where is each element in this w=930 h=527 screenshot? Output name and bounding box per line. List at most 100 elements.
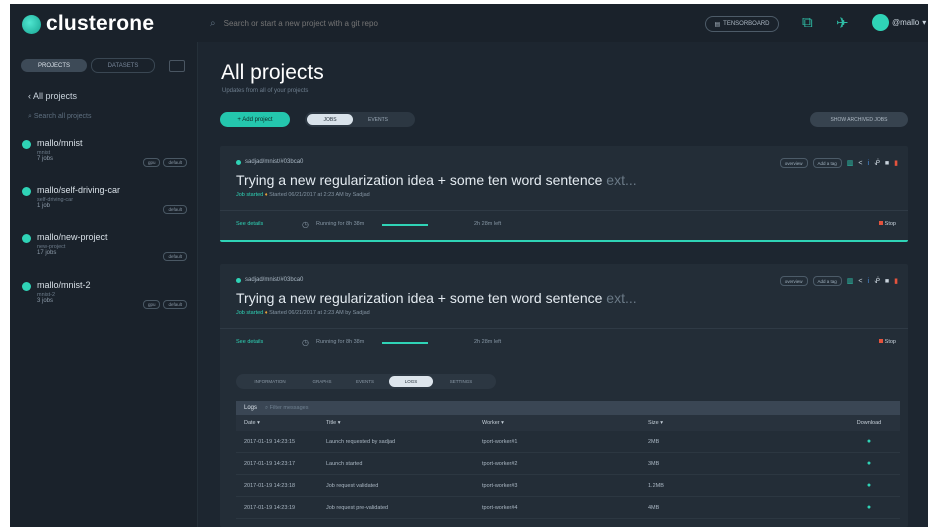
job-title[interactable]: Trying a new regularization idea + some … <box>236 172 637 188</box>
job-title[interactable]: Trying a new regularization idea + some … <box>236 290 637 306</box>
job-subtabs: INFORMATION GRAPHS EVENTS LOGS SETTINGS <box>236 374 496 389</box>
progress-bar <box>382 224 428 226</box>
job-title-overflow: ext... <box>602 290 637 306</box>
tab-logs[interactable]: LOGS <box>389 376 433 387</box>
collapse-sidebar-icon[interactable] <box>169 59 185 72</box>
logs-columns: Date ▾ Title ▾ Worker ▾ Size ▾ Download <box>236 415 900 431</box>
download-icon[interactable]: ● <box>830 460 900 467</box>
stop-label: Stop <box>884 339 896 345</box>
table-row[interactable]: 2017-01-19 14:23:19 Job request pre-vali… <box>236 497 900 519</box>
filter-jobs[interactable]: JOBS <box>307 114 353 125</box>
add-tag-pill[interactable]: Add a tag <box>812 276 842 286</box>
download-icon[interactable]: ● <box>830 504 900 511</box>
column-header-title[interactable]: Title ▾ <box>318 420 474 426</box>
project-name: mallo/mnist <box>37 138 83 148</box>
table-row[interactable]: 2017-01-19 14:23:15 Launch requested by … <box>236 431 900 453</box>
tab-information[interactable]: INFORMATION <box>239 376 301 387</box>
filter-events[interactable]: EVENTS <box>353 114 403 125</box>
tensorboard-button[interactable]: ▤ TENSORBOARD <box>705 16 779 32</box>
info-icon[interactable]: i <box>868 160 870 167</box>
info-icon[interactable]: i <box>868 278 870 285</box>
log-worker: tport-worker#2 <box>482 460 518 467</box>
stop-label: Stop <box>884 221 896 227</box>
job-status-text: Job started <box>236 192 264 198</box>
project-name: mallo/self-driving-car <box>37 185 121 195</box>
card-divider <box>220 328 908 329</box>
chart-icon[interactable]: ▥ <box>847 159 854 167</box>
download-icon[interactable]: ● <box>830 438 900 445</box>
table-row[interactable]: 2017-01-19 14:23:17 Launch started tport… <box>236 453 900 475</box>
job-status-icon <box>236 159 241 165</box>
job-title-overflow: ext... <box>602 172 637 188</box>
column-label: Size <box>648 420 659 426</box>
project-job-count: 7 jobs <box>37 156 54 162</box>
logs-filter[interactable]: ⌕ Filter messages <box>265 405 308 412</box>
project-tag: default <box>163 252 187 261</box>
logo[interactable]: clusterone <box>22 12 154 36</box>
search-input[interactable] <box>221 17 576 29</box>
tab-datasets[interactable]: DATASETS <box>91 58 155 73</box>
table-row[interactable]: 2017-01-19 14:23:18 Job request validate… <box>236 475 900 497</box>
job-path[interactable]: sadjad/mnist/#03bca0 <box>236 159 303 165</box>
chart-icon[interactable]: ▥ <box>847 277 854 285</box>
show-archived-button[interactable]: SHOW ARCHIVED JOBS <box>810 112 908 127</box>
user-menu[interactable]: @mallo ▾ <box>872 14 926 31</box>
sidebar: PROJECTS DATASETS ‹ All projects ⌕ Searc… <box>10 42 198 527</box>
column-header-worker[interactable]: Worker ▾ <box>474 420 640 426</box>
subtab-label: INFORMATION <box>254 379 286 384</box>
global-search[interactable]: ⌕ <box>210 16 590 30</box>
share-icon[interactable]: ⧉ <box>802 14 813 31</box>
tab-label: PROJECTS <box>37 62 70 69</box>
log-title: Launch started <box>326 460 363 467</box>
archive-icon[interactable]: ■ <box>885 278 889 285</box>
logs-header: Logs ⌕ Filter messages <box>236 401 900 415</box>
add-project-button[interactable]: + Add project <box>220 112 290 127</box>
column-header-size[interactable]: Size ▾ <box>640 420 830 426</box>
stop-icon <box>878 339 883 343</box>
project-status-icon <box>22 282 31 291</box>
job-started-text: Started 06/21/2017 at 2:23 AM by Sadjad <box>269 310 370 316</box>
code-icon[interactable]: ᕶ <box>874 277 880 285</box>
share-icon[interactable]: < <box>858 160 862 167</box>
tab-settings[interactable]: SETTINGS <box>435 376 487 387</box>
job-actions: overview Add a tag ▥ < i ᕶ ■ ▮ <box>779 276 898 286</box>
stop-button[interactable]: Stop <box>878 221 896 227</box>
project-search[interactable]: ⌕ Search all projects <box>28 113 91 121</box>
add-tag-pill[interactable]: Add a tag <box>812 158 842 168</box>
logo-text: clusterone <box>46 12 155 35</box>
column-header-date[interactable]: Date ▾ <box>236 420 318 426</box>
tab-label: DATASETS <box>107 62 139 69</box>
tensorboard-icon: ▤ <box>714 21 721 28</box>
share-icon[interactable]: < <box>858 278 862 285</box>
project-name: mallo/mnist-2 <box>37 280 91 290</box>
project-status-icon <box>22 187 31 196</box>
tab-projects[interactable]: PROJECTS <box>21 59 87 72</box>
overview-pill[interactable]: overview <box>779 158 808 168</box>
log-date: 2017-01-19 14:23:18 <box>244 482 296 489</box>
clock-icon: ◷ <box>302 220 309 229</box>
delete-icon[interactable]: ▮ <box>894 159 898 167</box>
code-icon[interactable]: ᕶ <box>874 159 880 167</box>
rocket-icon[interactable]: ✈ <box>836 14 849 32</box>
project-search-placeholder: Search all projects <box>33 113 92 120</box>
progress-bar <box>382 342 428 344</box>
job-footer: See details ◷ Running for 8h 38m 2h 28m … <box>236 338 896 349</box>
tab-events[interactable]: EVENTS <box>343 376 387 387</box>
stop-icon <box>878 221 883 225</box>
column-label: Date <box>244 420 256 426</box>
running-time: Running for 8h 38m <box>316 339 365 345</box>
archive-icon[interactable]: ■ <box>885 160 889 167</box>
job-started-text: Started 06/21/2017 at 2:23 AM by Sadjad <box>269 192 370 198</box>
tab-graphs[interactable]: GRAPHS <box>303 376 341 387</box>
job-path[interactable]: sadjad/mnist/#03bca0 <box>236 277 303 283</box>
all-projects-link[interactable]: ‹ All projects <box>28 91 77 101</box>
delete-icon[interactable]: ▮ <box>894 277 898 285</box>
log-worker: tport-worker#4 <box>482 504 518 511</box>
see-details-link[interactable]: See details <box>236 221 263 227</box>
project-job-count: 1 job <box>37 203 51 209</box>
download-icon[interactable]: ● <box>830 482 900 489</box>
stop-button[interactable]: Stop <box>878 339 896 345</box>
overview-pill[interactable]: overview <box>779 276 808 286</box>
see-details-link[interactable]: See details <box>236 339 263 345</box>
job-title-text: Trying a new regularization idea + some … <box>236 172 603 188</box>
